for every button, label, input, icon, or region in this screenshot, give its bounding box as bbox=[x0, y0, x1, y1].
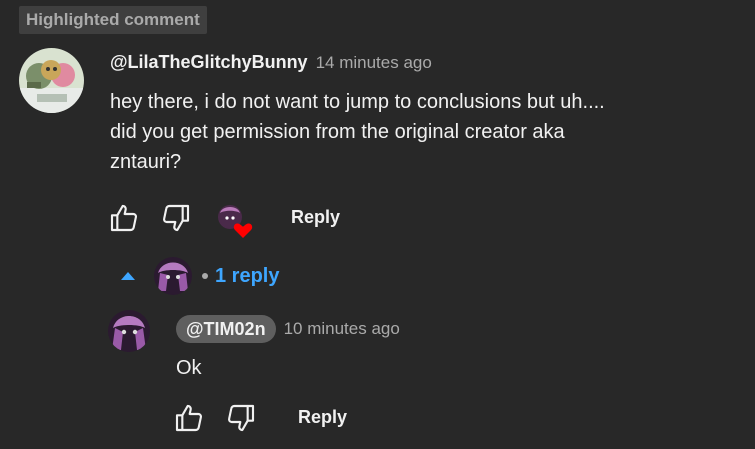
thumb-up-icon[interactable] bbox=[108, 202, 140, 239]
reply-author-avatar[interactable] bbox=[108, 310, 150, 352]
creator-heart-icon bbox=[216, 203, 254, 239]
highlighted-comment-badge: Highlighted comment bbox=[19, 6, 207, 34]
comment-text-line: zntauri? bbox=[110, 151, 182, 173]
chevron-up-icon bbox=[121, 272, 135, 280]
reply-avatar-thumb bbox=[154, 257, 192, 295]
replies-count[interactable]: 1 reply bbox=[215, 265, 279, 288]
separator-dot bbox=[202, 273, 208, 279]
commenter-avatar[interactable] bbox=[19, 48, 84, 113]
comment-text-line: hey there, i do not want to jump to conc… bbox=[110, 91, 605, 113]
comment-author[interactable]: @LilaTheGlitchyBunny bbox=[110, 52, 308, 73]
comment-timestamp[interactable]: 14 minutes ago bbox=[316, 53, 432, 73]
reply-thumb-up-icon[interactable] bbox=[173, 402, 205, 439]
reply-text: Ok bbox=[176, 357, 202, 379]
thumb-down-icon[interactable] bbox=[160, 202, 192, 239]
reply-button[interactable]: Reply bbox=[291, 207, 340, 228]
replies-toggle[interactable]: 1 reply bbox=[120, 256, 279, 296]
reply-timestamp[interactable]: 10 minutes ago bbox=[284, 319, 400, 339]
comment-text-line: did you get permission from the original… bbox=[110, 121, 565, 143]
reply-thumb-down-icon[interactable] bbox=[225, 402, 257, 439]
comment-text: hey there, i do not want to jump to conc… bbox=[110, 87, 605, 177]
reply-author-chip[interactable]: @TIM02n bbox=[176, 315, 276, 343]
reply-reply-button[interactable]: Reply bbox=[298, 407, 347, 428]
